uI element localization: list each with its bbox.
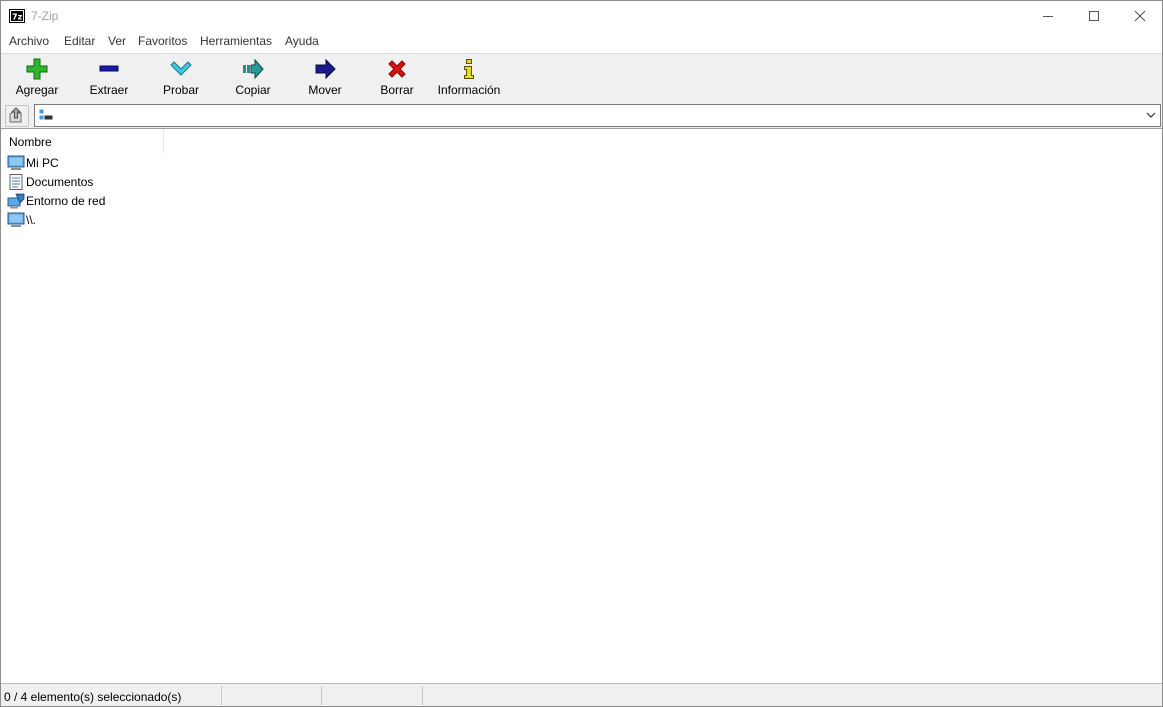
minimize-button[interactable] xyxy=(1025,1,1071,31)
maximize-icon xyxy=(1089,11,1099,21)
column-header-label: Nombre xyxy=(9,135,52,149)
extract-minus-icon xyxy=(99,65,119,72)
network-icon xyxy=(7,193,25,209)
test-label: Probar xyxy=(162,83,200,97)
extract-label: Extraer xyxy=(89,83,129,97)
status-text: 0 / 4 elemento(s) seleccionado(s) xyxy=(4,690,182,704)
menu-archivo[interactable]: Archivo xyxy=(9,34,49,48)
7z-logo-icon: 7z xyxy=(9,9,25,23)
minimize-icon xyxy=(1043,16,1053,17)
delete-label: Borrar xyxy=(380,83,414,97)
computer-icon xyxy=(7,155,25,170)
test-check-icon xyxy=(170,61,192,76)
title-bar: 7z 7-Zip xyxy=(1,1,1162,31)
address-bar xyxy=(1,102,1162,129)
toolbar: Agregar Extraer Probar Copiar Mover Borr… xyxy=(1,53,1162,103)
up-folder-button[interactable] xyxy=(5,105,29,127)
add-label: Agregar xyxy=(15,83,59,97)
delete-x-icon xyxy=(388,60,406,78)
copy-arrow-icon xyxy=(243,58,264,80)
info-button[interactable]: Información xyxy=(431,54,507,102)
extract-button[interactable]: Extraer xyxy=(77,54,141,102)
close-button[interactable] xyxy=(1117,1,1162,31)
move-label: Mover xyxy=(308,83,342,97)
window-title: 7-Zip xyxy=(31,9,59,23)
svg-text:7z: 7z xyxy=(12,13,23,22)
add-plus-icon xyxy=(26,58,48,80)
status-divider xyxy=(221,686,222,705)
maximize-button[interactable] xyxy=(1071,1,1117,31)
app-window: 7z 7-Zip Archivo Editar Ver Favoritos He… xyxy=(0,0,1163,707)
chevron-down-icon[interactable] xyxy=(1146,110,1156,120)
list-item-label: Mi PC xyxy=(26,156,59,170)
file-list[interactable]: Nombre Mi PC Documentos Entorno de red \… xyxy=(1,129,1162,682)
status-divider xyxy=(321,686,322,705)
address-combobox[interactable] xyxy=(34,104,1161,127)
copy-button[interactable]: Copiar xyxy=(221,54,285,102)
column-header-name[interactable]: Nombre xyxy=(1,129,164,153)
menu-editar[interactable]: Editar xyxy=(64,34,95,48)
test-button[interactable]: Probar xyxy=(149,54,213,102)
documents-icon xyxy=(9,174,23,190)
move-arrow-icon xyxy=(315,58,336,80)
computer-drive-icon xyxy=(39,109,53,120)
close-icon xyxy=(1134,10,1146,22)
list-item-label: Documentos xyxy=(26,175,94,189)
info-label: Información xyxy=(437,83,501,97)
menu-herramientas[interactable]: Herramientas xyxy=(200,34,272,48)
delete-button[interactable]: Borrar xyxy=(365,54,429,102)
status-divider xyxy=(422,686,423,705)
list-item-label: Entorno de red xyxy=(26,194,106,208)
up-folder-icon xyxy=(9,107,22,123)
info-icon xyxy=(464,59,474,79)
copy-label: Copiar xyxy=(235,83,271,97)
computer-icon xyxy=(7,212,25,227)
list-item-label: \\. xyxy=(26,213,37,227)
add-button[interactable]: Agregar xyxy=(5,54,69,102)
menu-ver[interactable]: Ver xyxy=(108,34,126,48)
menu-favoritos[interactable]: Favoritos xyxy=(138,34,187,48)
menu-bar: Archivo Editar Ver Favoritos Herramienta… xyxy=(1,31,1162,51)
status-bar: 0 / 4 elemento(s) seleccionado(s) xyxy=(1,683,1162,706)
move-button[interactable]: Mover xyxy=(293,54,357,102)
menu-ayuda[interactable]: Ayuda xyxy=(285,34,319,48)
